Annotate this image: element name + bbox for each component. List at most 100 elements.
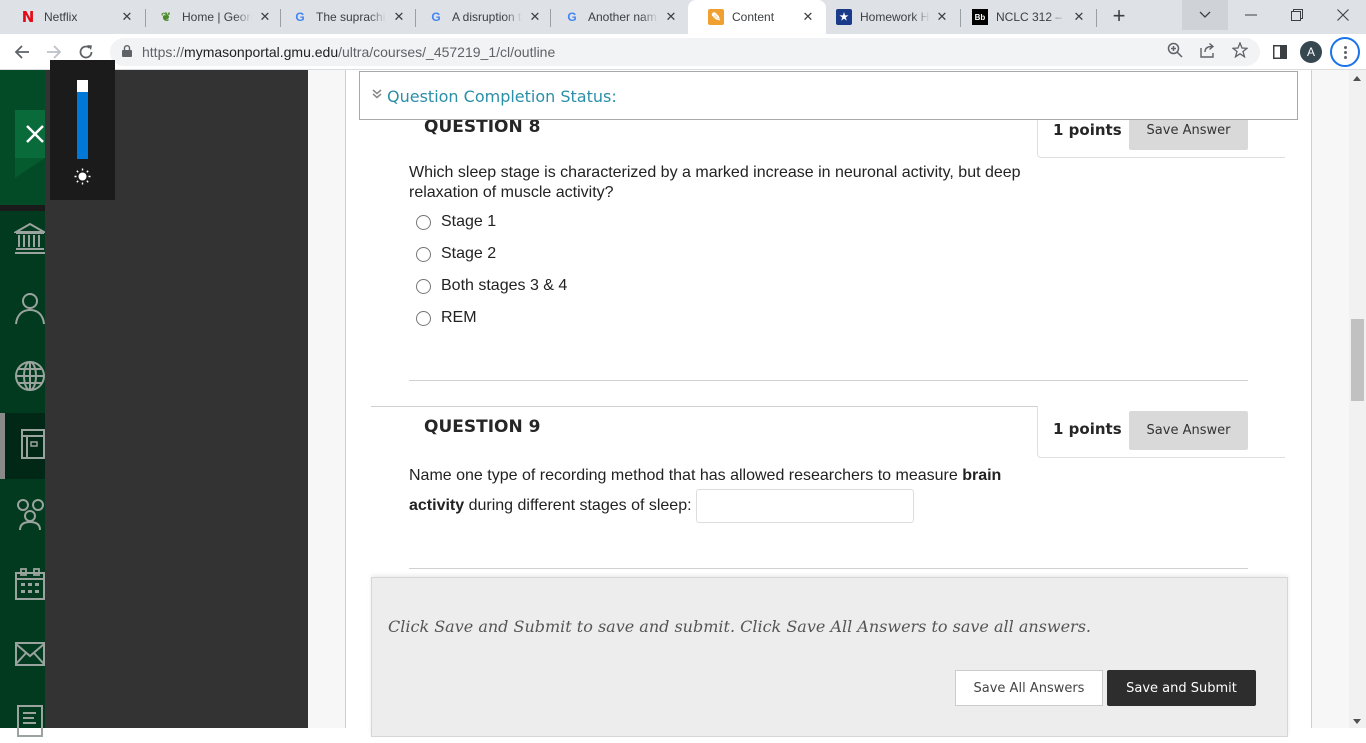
- menu-dot: [1343, 55, 1347, 59]
- question-text-part: during different stages of sleep:: [464, 497, 692, 515]
- close-icon: [26, 125, 44, 143]
- calendar-icon[interactable]: [14, 566, 46, 602]
- close-icon[interactable]: ✕: [119, 9, 135, 25]
- tab-content[interactable]: ✎ Content ✕: [688, 0, 826, 34]
- gmu-leaf-icon: ❦: [160, 10, 172, 24]
- tab-title: A disruption to: [452, 10, 522, 24]
- question-9-points-box: 1 points Save Answer: [1037, 406, 1285, 458]
- answer-option[interactable]: REM: [416, 309, 477, 327]
- radio-button[interactable]: [416, 310, 431, 326]
- close-icon[interactable]: ✕: [1071, 9, 1087, 25]
- question-points: 1 points: [1053, 121, 1122, 139]
- save-and-submit-button[interactable]: Save and Submit: [1107, 670, 1256, 706]
- scroll-up-arrow[interactable]: [1353, 76, 1361, 81]
- minimize-icon: [1245, 14, 1257, 16]
- question-points: 1 points: [1053, 420, 1122, 438]
- close-icon[interactable]: ✕: [934, 9, 950, 25]
- messages-icon[interactable]: [14, 636, 46, 672]
- brightness-remaining: [77, 80, 88, 92]
- tab-homework-help[interactable]: ★ Homework Help ✕: [820, 0, 960, 34]
- lock-icon: [122, 45, 132, 57]
- pencil-icon: ✎: [708, 9, 724, 25]
- globe-icon[interactable]: [14, 358, 46, 394]
- close-icon: [1337, 9, 1349, 21]
- close-icon[interactable]: ✕: [527, 9, 543, 25]
- tab-home-gmu[interactable]: ❦ Home | George Mason ✕: [138, 0, 283, 34]
- completion-status-label[interactable]: Question Completion Status:: [387, 87, 617, 106]
- blackboard-icon: Bb: [972, 9, 988, 25]
- tab-title: NCLC 312 – 0: [996, 10, 1066, 24]
- courses-icon[interactable]: [14, 426, 46, 462]
- radio-button[interactable]: [416, 214, 431, 230]
- question-8-text: Which sleep stage is characterized by a …: [409, 164, 1021, 201]
- tab-title: Home | George Mason: [182, 10, 252, 24]
- tab-separator: [1096, 9, 1097, 27]
- brightness-slider[interactable]: [77, 80, 88, 159]
- scroll-down-arrow[interactable]: [1353, 719, 1361, 724]
- tab-suprachiasmatic[interactable]: G The suprachiasmatic ✕: [272, 0, 417, 34]
- close-window-button[interactable]: [1320, 0, 1366, 30]
- tab-strip: N Netflix ✕ ❦ Home | George Mason ✕ G Th…: [0, 0, 1366, 34]
- address-bar[interactable]: https://mymasonportal.gmu.edu/ultra/cour…: [110, 38, 1260, 66]
- url-path: /ultra/courses/_457219_1/cl/outline: [338, 44, 556, 60]
- tab-nclc-312[interactable]: Bb NCLC 312 – 0 ✕: [952, 0, 1097, 34]
- brightness-icon: [74, 168, 91, 185]
- answer-option[interactable]: Stage 2: [416, 245, 496, 263]
- option-label: Both stages 3 & 4: [441, 277, 568, 294]
- close-icon[interactable]: ✕: [257, 9, 273, 25]
- arrow-right-icon: [47, 45, 62, 59]
- page-scrollbar[interactable]: [1349, 70, 1366, 728]
- browser-menu-button[interactable]: [1330, 37, 1360, 67]
- tab-title: Netflix: [44, 10, 78, 24]
- organizations-icon[interactable]: [14, 496, 46, 532]
- url-text[interactable]: https://mymasonportal.gmu.edu/ultra/cour…: [142, 44, 555, 60]
- save-answer-button[interactable]: Save Answer: [1129, 411, 1248, 450]
- google-icon: G: [431, 10, 441, 24]
- radio-button[interactable]: [416, 246, 431, 262]
- nav-header: [0, 70, 55, 205]
- menu-dot: [1343, 45, 1347, 49]
- tab-netflix[interactable]: N Netflix ✕: [0, 0, 145, 34]
- submit-panel: Click Save and Submit to save and submit…: [371, 577, 1288, 737]
- close-icon[interactable]: ✕: [663, 9, 679, 25]
- grades-icon[interactable]: [14, 702, 46, 738]
- profile-icon[interactable]: [14, 290, 46, 326]
- scroll-thumb[interactable]: [1351, 319, 1364, 401]
- share-icon[interactable]: [1198, 42, 1218, 62]
- new-tab-button[interactable]: +: [1108, 5, 1130, 28]
- option-label: Stage 2: [441, 245, 497, 262]
- institution-icon[interactable]: [12, 220, 48, 256]
- star-shield-icon: ★: [836, 9, 852, 25]
- url-domain: mymasonportal.gmu.edu: [184, 44, 339, 60]
- save-all-answers-button[interactable]: Save All Answers: [955, 670, 1103, 706]
- tab-title: Content: [732, 10, 775, 24]
- answer-option[interactable]: Stage 1: [416, 213, 496, 231]
- minimize-button[interactable]: [1228, 0, 1274, 30]
- tab-title: The suprachiasmatic: [316, 10, 386, 24]
- question-completion-status[interactable]: Question Completion Status:: [359, 71, 1298, 120]
- close-icon[interactable]: ✕: [391, 9, 407, 25]
- close-icon[interactable]: ✕: [800, 9, 816, 25]
- side-panel-button[interactable]: [1268, 40, 1292, 64]
- netflix-icon: N: [21, 8, 35, 26]
- zoom-icon[interactable]: [1165, 42, 1185, 62]
- bookmark-star-icon[interactable]: [1230, 41, 1250, 62]
- back-button[interactable]: [10, 40, 34, 64]
- question-9-answer-input[interactable]: [696, 489, 914, 523]
- radio-button[interactable]: [416, 278, 431, 294]
- answer-option[interactable]: Both stages 3 & 4: [416, 277, 567, 295]
- tab-another-name[interactable]: G Another name ✕: [544, 0, 689, 34]
- tab-search-button[interactable]: [1182, 0, 1228, 30]
- option-label: REM: [441, 309, 477, 326]
- chevron-down-icon: [1199, 11, 1211, 18]
- active-indicator: [0, 413, 5, 479]
- question-9-text: Name one type of recording method that h…: [409, 462, 1049, 523]
- restore-button[interactable]: [1274, 0, 1320, 30]
- profile-avatar[interactable]: A: [1300, 41, 1322, 63]
- nav-divider: [0, 205, 45, 211]
- question-8-heading: QUESTION 8: [424, 117, 541, 137]
- google-icon: G: [567, 10, 577, 24]
- url-scheme: https://: [142, 44, 185, 60]
- left-navigation: [0, 70, 55, 737]
- tab-disruption[interactable]: G A disruption to ✕: [408, 0, 553, 34]
